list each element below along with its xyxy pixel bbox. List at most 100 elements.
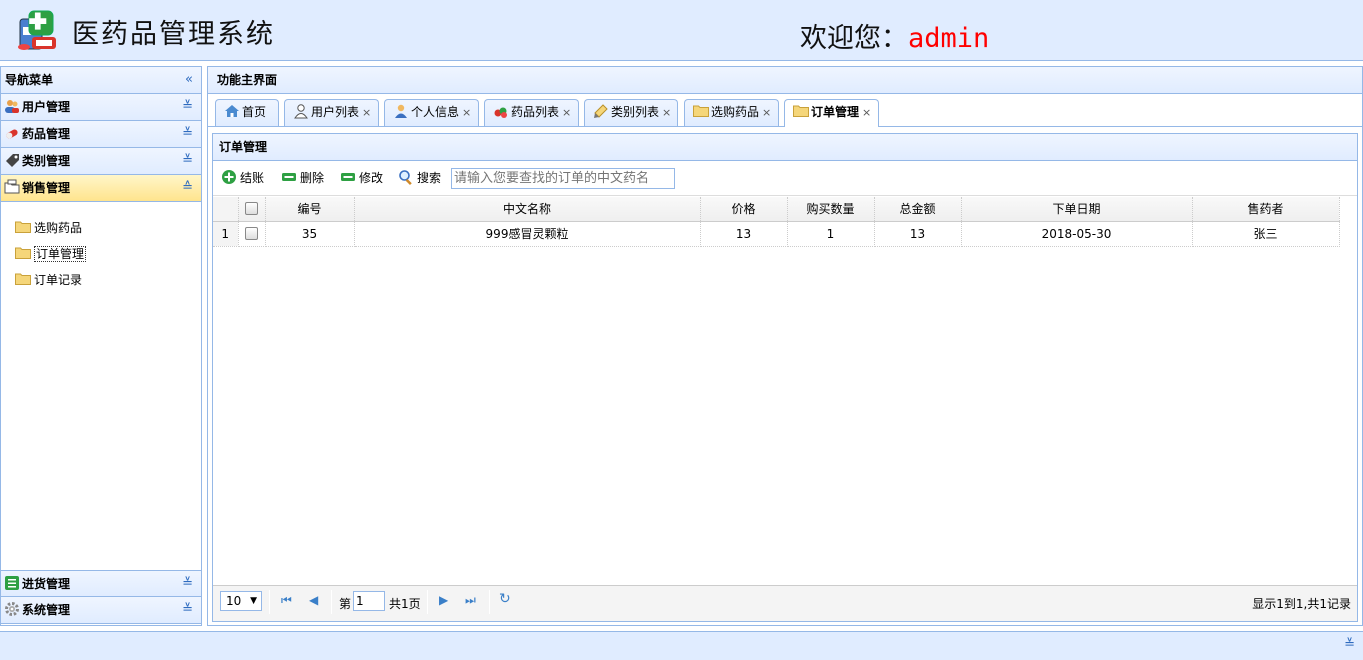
table-row[interactable]: 1 35 999感冒灵颗粒 13 1 13 2018-05-30 张三 [213,221,1340,247]
user-icon [294,104,308,119]
chevron-down-icon: ≚ [182,153,193,168]
medicine-logo-icon [18,10,56,50]
folder-icon [15,273,31,285]
column-header-id[interactable]: 编号 [265,197,355,222]
refresh-icon[interactable]: ↻ [499,591,511,607]
pager-info: 显示1到1,共1记录 [1252,597,1351,611]
list-icon [5,576,19,590]
dropdown-arrow-icon: ▼ [250,596,257,606]
sales-submenu: 选购药品 订单管理 订单记录 [1,202,201,570]
search-icon [399,170,412,185]
tab-bar: 首页 用户列表 × 个人信息 × 药品列表 × 类别列表 × 选购药品 × 订单… [208,94,1362,127]
folder-icon [15,221,31,233]
row-checkbox[interactable] [238,221,266,247]
page-prefix: 第 [339,597,352,611]
sidebar-item-users[interactable]: 用户管理 ≚ [1,94,201,121]
table-header-row: 编号 中文名称 价格 购买数量 总金额 下单日期 售药者 [213,197,1340,222]
close-icon[interactable]: × [562,100,571,125]
pagination-bar: 10 ▼ ⏮ ◀ 第 共1页 ▶ ⏭ ↻ 显示1到1,共1记录 [213,585,1357,621]
main-title: 功能主界面 [208,67,1362,94]
order-panel: 订单管理 结账 删除 修改 搜索 请输入您要查找的订单的中文药名 编号 中文名称… [212,133,1358,622]
tab-medicine-list[interactable]: 药品列表 × [484,99,579,126]
cell-id: 35 [265,221,355,247]
tab-category-list[interactable]: 类别列表 × [584,99,678,126]
add-icon [222,170,236,184]
close-icon[interactable]: × [762,100,771,125]
column-header-name[interactable]: 中文名称 [354,197,701,222]
page-total: 共1页 [389,597,421,611]
first-page-icon[interactable]: ⏮ [281,593,292,608]
tab-personal-info[interactable]: 个人信息 × [384,99,479,126]
tab-order-manage[interactable]: 订单管理 × [784,99,879,127]
separator [489,590,490,614]
sidebar-subitem-buy-medicine[interactable]: 选购药品 [1,216,201,242]
delete-button[interactable]: 删除 [281,169,324,187]
column-header-date[interactable]: 下单日期 [961,197,1193,222]
chevron-down-icon: ≚ [182,99,193,114]
sidebar-item-sales[interactable]: 销售管理 ≙ [1,175,201,202]
gear-icon [5,602,19,616]
pills-icon [494,107,507,118]
panel-title: 订单管理 [213,134,1357,161]
navigation-sidebar: 导航菜单 « 用户管理 ≚ 药品管理 ≚ 类别管理 ≚ 销售管理 ≙ 选购药品 … [0,66,202,626]
next-page-icon[interactable]: ▶ [439,593,448,607]
close-icon[interactable]: × [862,100,871,125]
column-header-price[interactable]: 价格 [700,197,788,222]
toolbar: 结账 删除 修改 搜索 [213,161,1357,196]
cell-total: 13 [874,221,962,247]
chevron-down-icon: ≚ [182,602,193,617]
sidebar-item-system[interactable]: 系统管理 ≚ [1,597,201,624]
column-header-total[interactable]: 总金额 [874,197,962,222]
prev-page-icon[interactable]: ◀ [309,593,318,607]
welcome-text: 欢迎您：admin [800,16,989,55]
row-number: 1 [213,221,239,247]
chevron-down-icon: ≚ [182,576,193,591]
chevron-down-icon: ≚ [182,126,193,141]
separator [427,590,428,614]
users-icon [5,100,19,113]
search-input[interactable] [451,168,675,189]
cell-date: 2018-05-30 [961,221,1193,247]
sidebar-item-category[interactable]: 类别管理 ≚ [1,148,201,175]
separator [331,590,332,614]
chevron-down-icon[interactable]: ≚ [1344,637,1355,652]
app-footer: ≚ [0,631,1363,660]
sidebar-subitem-order-manage[interactable]: 订单管理 [1,242,201,268]
page-number-input[interactable] [353,591,385,611]
select-all-checkbox[interactable] [238,197,266,222]
person-icon [395,104,407,118]
checkout-button[interactable]: 结账 [221,169,264,187]
welcome-prefix: 欢迎您： [800,23,908,54]
sidebar-title-bar: 导航菜单 « [1,67,201,94]
edit-button[interactable]: 修改 [340,169,383,187]
last-page-icon[interactable]: ⏭ [465,593,476,608]
app-title: 医药品管理系统 [72,19,275,50]
sidebar-title: 导航菜单 [5,73,54,87]
username: admin [908,23,990,54]
close-icon[interactable]: × [462,100,471,125]
sidebar-item-medicine[interactable]: 药品管理 ≚ [1,121,201,148]
cell-qty: 1 [787,221,875,247]
page-size-select[interactable]: 10 ▼ [220,591,262,611]
tag-edit-icon [594,104,608,118]
search-button[interactable]: 搜索 [398,169,441,187]
tag-icon [6,154,19,167]
tab-home[interactable]: 首页 [215,99,279,126]
column-header-qty[interactable]: 购买数量 [787,197,875,222]
column-header-seller[interactable]: 售药者 [1192,197,1340,222]
cell-seller: 张三 [1192,221,1340,247]
tab-buy-medicine[interactable]: 选购药品 × [684,99,779,126]
sidebar-subitem-order-record[interactable]: 订单记录 [1,268,201,294]
chevron-up-icon: ≙ [182,180,193,195]
pill-icon [6,129,18,139]
sidebar-item-purchase[interactable]: 进货管理 ≚ [1,570,201,597]
cell-name: 999感冒灵颗粒 [354,221,701,247]
edit-icon [341,173,355,181]
collapse-left-icon[interactable]: « [185,67,193,93]
folder-icon [15,247,31,259]
tab-user-list[interactable]: 用户列表 × [284,99,379,126]
folder-icon [793,105,809,117]
cell-price: 13 [700,221,788,247]
close-icon[interactable]: × [362,100,371,125]
close-icon[interactable]: × [662,100,671,125]
